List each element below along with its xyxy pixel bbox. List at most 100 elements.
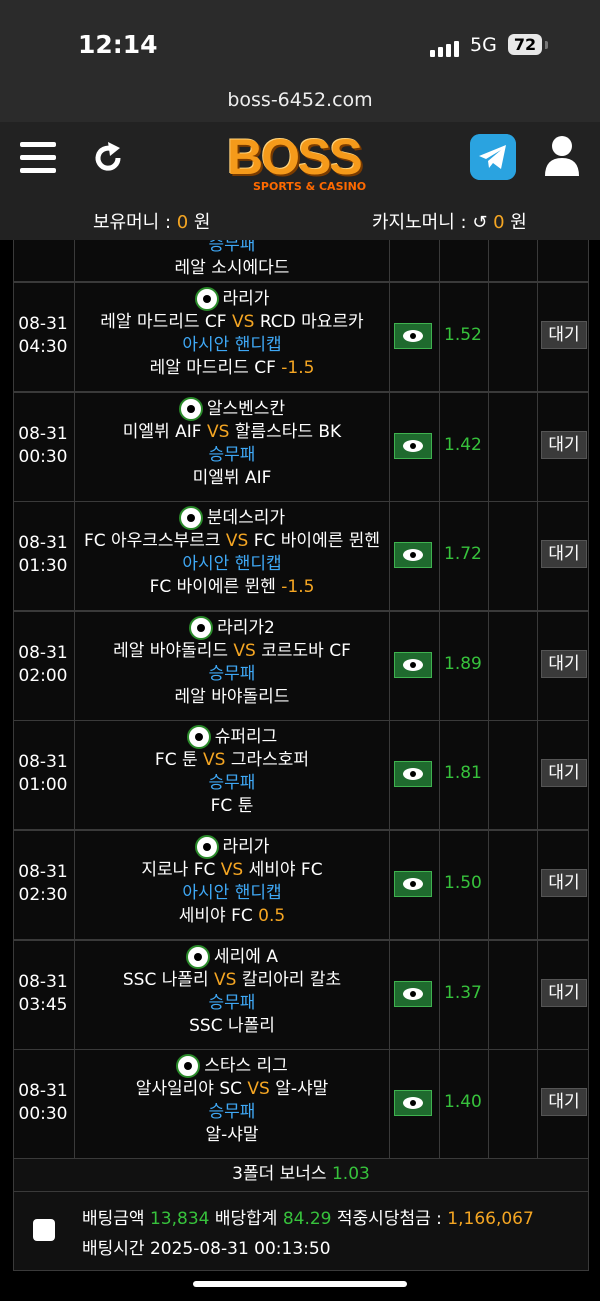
league-label: 라리가: [75, 835, 389, 859]
bet-summary: 배팅금액 13,834 배당합계 84.29 적중시당첨금 : 1,166,06…: [13, 1191, 589, 1271]
reload-icon[interactable]: ↺: [472, 212, 493, 233]
status-badge: 대기: [541, 759, 587, 788]
pick-label: SSC 나폴리: [189, 1015, 275, 1036]
league-label: 알스벤스칸: [75, 396, 389, 421]
market-label: 아시안 핸디캡: [182, 335, 282, 355]
pick-label: 세비야 FC 0.5: [178, 906, 286, 926]
view-eye-icon[interactable]: [394, 1090, 432, 1117]
view-eye-icon[interactable]: [394, 871, 432, 897]
soccer-ball-icon: [194, 835, 219, 859]
pick-label: 레알 바야돌리드: [174, 686, 290, 707]
odds-value: 1.52: [444, 325, 482, 345]
match-teams: 레알 바야돌리드 VS 코르도바 CF: [113, 640, 351, 661]
status-badge: 대기: [541, 978, 587, 1007]
view-eye-icon[interactable]: [394, 761, 432, 788]
home-indicator: [193, 1281, 407, 1287]
odds-value: 1.50: [444, 873, 482, 893]
view-eye-icon[interactable]: [394, 542, 432, 569]
summary-amounts: 배팅금액 13,834 배당합계 84.29 적중시당첨금 : 1,166,06…: [82, 1209, 534, 1229]
match-datetime: 08-31 02:00: [18, 642, 68, 686]
clock: 12:14: [78, 30, 158, 59]
folder-bonus: 3폴더 보너스 1.03: [13, 1158, 589, 1192]
pick-label: 레알 마드리드 CF -1.5: [149, 358, 315, 378]
league-label: 분데스리가: [75, 506, 389, 531]
status-badge: 대기: [541, 649, 587, 678]
soccer-ball-icon: [176, 1054, 201, 1079]
view-eye-icon[interactable]: [394, 651, 432, 678]
match-datetime: 08-31 04:30: [18, 314, 68, 357]
match-info: 라리가 지로나 FC VS 세비야 FC 아시안 핸디캡세비야 FC 0.5: [75, 835, 389, 928]
match-datetime: 08-31 01:30: [18, 533, 68, 577]
market-label: 승무패: [208, 1102, 256, 1123]
battery-tip: [545, 41, 548, 49]
network-label: 5G: [470, 34, 497, 56]
signal-icon: [430, 38, 462, 57]
match-datetime: 08-31 00:30: [18, 1081, 68, 1125]
soccer-ball-icon: [186, 725, 211, 750]
status-badge: 대기: [541, 540, 587, 569]
status-badge: 대기: [541, 869, 587, 897]
view-eye-icon[interactable]: [394, 980, 432, 1007]
bet-row-partial: 승무패 레알 소시에다드: [13, 240, 589, 282]
bet-row: 08-31 03:45 세리에 A SSC 나폴리 VS 칼리아리 칼초 승무패 SSC …: [13, 939, 589, 1050]
odds-value: 1.37: [444, 982, 482, 1003]
bet-row: 08-31 00:30 알스벤스칸 미엘뷔 AIF VS 할름스타드 BK 승무패 미엘뷔…: [13, 391, 589, 502]
league-label: 스타스 리그: [75, 1054, 389, 1079]
match-teams: 알사일리야 SC VS 알-샤말: [135, 1079, 329, 1100]
league-label: 라리가: [75, 287, 389, 311]
market-label: 아시안 핸디캡: [182, 883, 282, 903]
bet-row: 08-31 01:30 분데스리가 FC 아우크스부르크 VS FC 바이에른 뮌헨 아…: [13, 501, 589, 612]
pick-label: FC 바이에른 뮌헨 -1.5: [149, 577, 315, 598]
match-teams: 지로나 FC VS 세비야 FC: [141, 860, 323, 880]
bet-row: 08-31 02:30 라리가 지로나 FC VS 세비야 FC 아시안 핸디캡 세비야 …: [13, 830, 589, 940]
market-label: 승무패: [208, 773, 256, 794]
match-info: 알스벤스칸 미엘뷔 AIF VS 할름스타드 BK 승무패 미엘뷔 AIF: [75, 396, 389, 490]
match-datetime: 08-31 03:45: [18, 971, 68, 1015]
odds-value: 1.89: [444, 653, 482, 674]
match-info: 슈퍼리그 FC 툰 VS 그라스호퍼 승무패 FC 툰: [75, 725, 389, 818]
boss-logo[interactable]: BOSS SPORTS & CASINO: [225, 128, 385, 196]
match-info: 라리가 레알 마드리드 CF VS RCD 마요르카아시안 핸디캡레알 마드리드 …: [75, 287, 389, 380]
match-info: 세리에 A SSC 나폴리 VS 칼리아리 칼초 승무패 SSC 나폴리: [75, 944, 389, 1038]
match-teams: FC 툰 VS 그라스호퍼: [154, 750, 310, 771]
odds-value: 1.40: [444, 1092, 482, 1113]
pick-label: 미엘뷔 AIF: [192, 467, 272, 488]
soccer-ball-icon: [186, 944, 211, 969]
status-badge: 대기: [541, 1088, 587, 1117]
status-badge: 대기: [541, 430, 587, 459]
summary-time: 배팅시간 2025-08-31 00:13:50: [82, 1239, 331, 1259]
url-bar[interactable]: boss-6452.com: [0, 80, 600, 122]
market-label: 승무패: [208, 663, 256, 684]
soccer-ball-icon: [178, 396, 203, 421]
bet-row: 08-31 01:00 슈퍼리그 FC 툰 VS 그라스호퍼 승무패 FC 툰 1.81 대…: [13, 720, 589, 831]
match-teams: 미엘뷔 AIF VS 할름스타드 BK: [122, 421, 342, 442]
match-teams: FC 아우크스부르크 VS FC 바이에른 뮌헨: [83, 531, 381, 552]
soccer-ball-icon: [178, 506, 203, 531]
holding-money: 보유머니 : 0 원: [93, 212, 211, 233]
market-label: 아시안 핸디캡: [182, 554, 282, 575]
market-label: 승무패: [208, 444, 256, 465]
odds-value: 1.42: [444, 434, 482, 455]
match-datetime: 08-31 00:30: [18, 423, 68, 467]
refresh-icon[interactable]: [90, 140, 126, 176]
view-eye-icon[interactable]: [394, 432, 432, 459]
league-label: 라리가2: [75, 615, 389, 640]
bet-row: 08-31 02:00 라리가2 레알 바야돌리드 VS 코르도바 CF 승무패 레알 바…: [13, 610, 589, 721]
soccer-ball-icon: [189, 615, 214, 640]
soccer-ball-icon: [194, 287, 219, 311]
league-label: 세리에 A: [75, 944, 389, 969]
status-badge: 대기: [541, 321, 587, 349]
match-teams: SSC 나폴리 VS 칼리아리 칼초: [122, 969, 342, 990]
menu-icon[interactable]: [20, 142, 56, 181]
view-eye-icon[interactable]: [394, 323, 432, 349]
telegram-icon[interactable]: [470, 134, 516, 180]
match-info: 스타스 리그 알사일리야 SC VS 알-샤말 승무패 알-샤말: [75, 1054, 389, 1147]
match-teams: 레알 마드리드 CF VS RCD 마요르카: [100, 312, 364, 332]
user-icon[interactable]: [543, 134, 581, 176]
pick-label: 알-샤말: [205, 1125, 259, 1146]
odds-value: 1.81: [444, 763, 482, 784]
match-info: 라리가2 레알 바야돌리드 VS 코르도바 CF 승무패 레알 바야돌리드: [75, 615, 389, 709]
select-checkbox[interactable]: [33, 1219, 55, 1241]
match-datetime: 08-31 01:00: [18, 752, 68, 796]
market-label: 승무패: [208, 992, 256, 1013]
